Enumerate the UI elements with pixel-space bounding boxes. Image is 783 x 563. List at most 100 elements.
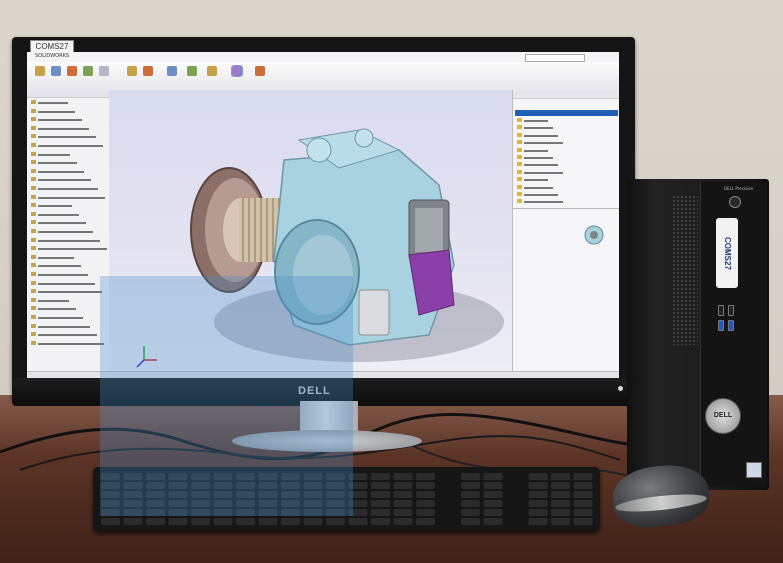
keyboard-key <box>416 482 435 489</box>
library-row[interactable] <box>517 147 548 153</box>
keyboard-key <box>101 518 120 525</box>
ribbon-button-icon[interactable] <box>99 66 109 76</box>
tree-row[interactable] <box>31 177 91 182</box>
library-row[interactable] <box>517 199 563 204</box>
tree-row[interactable] <box>31 272 88 277</box>
library-row[interactable] <box>517 140 563 145</box>
keyboard-key <box>461 518 480 525</box>
keyboard-key <box>551 518 570 525</box>
keyboard-key <box>371 482 390 489</box>
ribbon-button-icon[interactable] <box>207 66 217 76</box>
tree-row[interactable] <box>31 143 103 148</box>
keyboard-key <box>326 518 345 525</box>
keyboard-key <box>281 518 300 525</box>
tree-row[interactable] <box>31 160 77 165</box>
tree-row[interactable] <box>31 289 102 294</box>
library-row[interactable] <box>517 125 553 130</box>
feature-tree-tabs[interactable] <box>27 90 109 98</box>
keyboard-key <box>461 509 480 516</box>
ribbon-button-icon[interactable] <box>187 66 197 76</box>
keyboard-key <box>551 473 570 480</box>
keyboard-key <box>573 482 593 489</box>
tree-row[interactable] <box>31 100 68 105</box>
part-preview-icon <box>584 225 604 245</box>
keyboard-key <box>393 500 413 507</box>
library-row[interactable] <box>517 118 548 123</box>
dell-logo-icon: DELL <box>705 398 741 434</box>
keyboard-key <box>258 518 278 525</box>
ribbon-button-icon[interactable] <box>255 66 265 76</box>
tree-row[interactable] <box>31 297 69 303</box>
keyboard-key <box>461 500 480 507</box>
highlight-overlay <box>100 276 353 516</box>
keyboard-key <box>461 473 480 480</box>
tree-row[interactable] <box>31 211 79 217</box>
ribbon-button-icon[interactable] <box>127 66 137 76</box>
usb-port-icon[interactable] <box>728 320 734 331</box>
library-row[interactable] <box>517 177 548 182</box>
design-library-panel <box>512 90 619 371</box>
tree-row[interactable] <box>31 280 95 286</box>
ribbon-button-icon[interactable] <box>67 66 77 76</box>
usb-port-icon[interactable] <box>718 305 724 316</box>
library-row[interactable] <box>517 155 553 160</box>
tree-row[interactable] <box>31 151 70 157</box>
tree-row[interactable] <box>31 254 74 260</box>
tree-row[interactable] <box>31 340 104 346</box>
selected-row[interactable] <box>515 110 618 116</box>
tree-row[interactable] <box>31 306 76 311</box>
keyboard-key <box>573 500 593 507</box>
keyboard-key <box>528 473 548 480</box>
tree-row[interactable] <box>31 186 98 191</box>
keyboard-key <box>483 491 503 498</box>
command-ribbon <box>27 62 619 91</box>
cpu-badge <box>746 462 762 478</box>
library-row[interactable] <box>517 169 563 175</box>
right-panel-header <box>513 90 619 99</box>
panel-divider <box>513 208 619 209</box>
library-row[interactable] <box>517 184 553 190</box>
tree-row[interactable] <box>31 237 100 243</box>
tree-row[interactable] <box>31 229 93 234</box>
usb-port-icon[interactable] <box>718 320 724 331</box>
keyboard-key <box>416 518 435 525</box>
ribbon-button-icon[interactable] <box>35 66 45 76</box>
usb-port-icon[interactable] <box>728 305 734 316</box>
tree-row[interactable] <box>31 220 86 225</box>
tree-row[interactable] <box>31 134 96 139</box>
library-row[interactable] <box>517 162 558 167</box>
keyboard-key <box>551 509 570 516</box>
library-row[interactable] <box>517 192 558 197</box>
tree-row[interactable] <box>31 125 89 131</box>
ribbon-button-icon[interactable] <box>51 66 61 76</box>
ribbon-button-icon[interactable] <box>83 66 93 76</box>
tree-row[interactable] <box>31 246 107 251</box>
keyboard-key <box>483 509 503 516</box>
tree-row[interactable] <box>31 203 72 208</box>
keyboard-key <box>416 473 435 480</box>
library-row[interactable] <box>517 132 558 138</box>
keyboard-key <box>168 518 188 525</box>
tree-row[interactable] <box>31 263 81 268</box>
ribbon-button-icon[interactable] <box>231 65 243 77</box>
keyboard-key <box>393 491 413 498</box>
ribbon-button-icon[interactable] <box>167 66 177 76</box>
tree-row[interactable] <box>31 194 105 200</box>
keyboard-key <box>483 500 503 507</box>
keyboard-key <box>551 491 570 498</box>
tree-row[interactable] <box>31 117 82 122</box>
tree-row[interactable] <box>31 315 83 320</box>
pc-brand-text: DELL Precision <box>724 186 754 191</box>
tree-row[interactable] <box>31 108 75 114</box>
tree-row[interactable] <box>31 323 90 329</box>
tree-row[interactable] <box>31 168 84 174</box>
keyboard-key <box>461 491 480 498</box>
keyboard-key <box>528 509 548 516</box>
power-button-icon[interactable] <box>729 196 741 208</box>
keyboard-key <box>146 518 165 525</box>
keyboard-key <box>371 509 390 516</box>
search-input[interactable] <box>525 54 585 62</box>
tree-row[interactable] <box>31 332 97 337</box>
ribbon-button-icon[interactable] <box>143 66 153 76</box>
keyboard-key <box>528 500 548 507</box>
